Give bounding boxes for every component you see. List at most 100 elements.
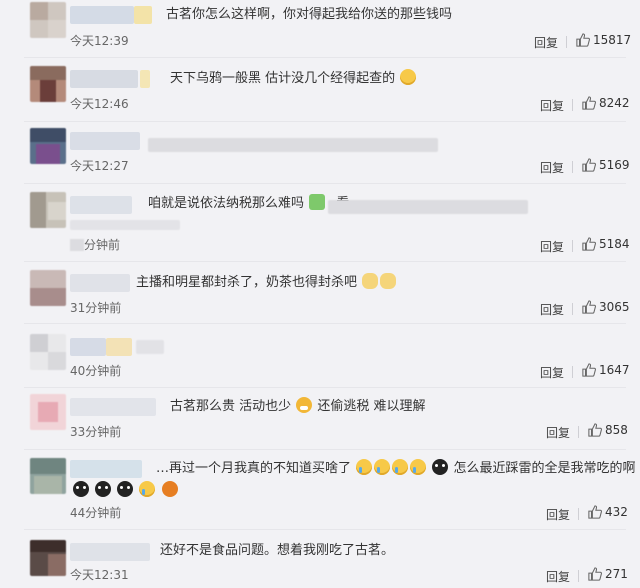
- emoji-icon: [400, 69, 417, 85]
- thumbs-up-icon: [576, 33, 590, 47]
- comment-item: 天下乌鸦一般黑 估计没几个经得起查的 今天12:46 回复 8242: [0, 58, 640, 122]
- divider: [566, 36, 567, 48]
- username-blurred[interactable]: [70, 338, 106, 356]
- comment-item: 古茗那么贵 活动也少 还偷逃税 难以理解 33分钟前 回复 858: [0, 388, 640, 450]
- like-button[interactable]: 15817: [576, 33, 631, 47]
- like-count: 271: [605, 567, 628, 581]
- like-button[interactable]: 3065: [582, 300, 630, 314]
- like-button[interactable]: 5184: [582, 237, 630, 251]
- username-blurred[interactable]: [70, 196, 132, 214]
- comment-item: 还好不是食品问题。想着我刚吃了古茗。 今天12:31 回复 271: [0, 530, 640, 588]
- username-blurred[interactable]: [70, 132, 140, 150]
- blurred-comment-text: [148, 138, 438, 152]
- emoji-icon: [309, 194, 326, 210]
- comment-feed: 古茗你怎么这样啊，你对得起我给你送的那些钱吗 今天12:39 回复 15817 …: [0, 0, 640, 588]
- reply-button[interactable]: 回复: [540, 238, 564, 255]
- comment-time: 40分钟前: [70, 364, 122, 378]
- thumbs-up-icon: [582, 237, 596, 251]
- avatar[interactable]: [30, 128, 66, 164]
- emoji-icon: [356, 459, 373, 475]
- badge-blurred: [106, 338, 132, 356]
- like-button[interactable]: 5169: [582, 158, 630, 172]
- thumbs-up-icon: [582, 363, 596, 377]
- thumbs-up-icon: [588, 505, 602, 519]
- reply-button[interactable]: 回复: [540, 301, 564, 318]
- like-button[interactable]: 271: [588, 567, 628, 581]
- comment-time: 33分钟前: [70, 425, 122, 439]
- comment-text: 古茗那么贵 活动也少 还偷逃税 难以理解: [170, 397, 426, 416]
- comment-text: 天下乌鸦一般黑 估计没几个经得起查的: [170, 69, 417, 88]
- comment-text-content: 天下乌鸦一般黑 估计没几个经得起查的: [170, 71, 396, 86]
- avatar[interactable]: [30, 192, 66, 228]
- comment-time: 今天12:46: [70, 97, 129, 111]
- username-blurred[interactable]: [70, 274, 130, 292]
- comment-text-part: 咱就是说依法纳税那么难吗: [148, 196, 305, 211]
- thumbs-up-icon: [588, 567, 602, 581]
- emoji-icon: [374, 459, 391, 475]
- comment-text-content: 主播和明星都封杀了，奶茶也得封杀吧: [136, 275, 358, 290]
- avatar[interactable]: [30, 2, 66, 38]
- username-blurred[interactable]: [70, 70, 138, 88]
- emoji-icon: [380, 273, 397, 289]
- reply-button[interactable]: 回复: [540, 97, 564, 114]
- reply-button[interactable]: 回复: [546, 424, 570, 441]
- like-count: 15817: [593, 33, 632, 47]
- comment-text: 古茗你怎么这样啊，你对得起我给你送的那些钱吗: [166, 7, 453, 22]
- emoji-icon: [117, 481, 134, 497]
- divider: [578, 508, 579, 520]
- comment-text-emoji-row: [72, 481, 179, 500]
- comment-text: 咱就是说依法纳税那么难吗 看: [148, 194, 349, 213]
- avatar[interactable]: [30, 458, 66, 494]
- divider: [572, 240, 573, 252]
- avatar[interactable]: [30, 66, 66, 102]
- reply-button[interactable]: 回复: [534, 34, 558, 51]
- blurred-comment-text: [136, 340, 164, 354]
- blurred-time-prefix: [70, 239, 84, 251]
- reply-button[interactable]: 回复: [540, 159, 564, 176]
- reply-button[interactable]: 回复: [546, 568, 570, 585]
- comment-item: 主播和明星都封杀了，奶茶也得封杀吧 31分钟前 回复 3065: [0, 262, 640, 324]
- like-button[interactable]: 432: [588, 505, 628, 519]
- divider: [572, 161, 573, 173]
- emoji-icon: [296, 397, 313, 413]
- divider: [572, 303, 573, 315]
- divider: [578, 570, 579, 582]
- emoji-icon: [139, 481, 156, 497]
- username-blurred[interactable]: [70, 6, 134, 24]
- emoji-icon: [95, 481, 112, 497]
- badge-blurred: [140, 70, 150, 88]
- divider: [572, 99, 573, 111]
- avatar[interactable]: [30, 394, 66, 430]
- comment-time-text: 分钟前: [84, 238, 121, 252]
- like-button[interactable]: 8242: [582, 96, 630, 110]
- avatar[interactable]: [30, 270, 66, 306]
- username-blurred[interactable]: [70, 398, 156, 416]
- emoji-icon: [161, 481, 178, 497]
- comment-item: 咱就是说依法纳税那么难吗 看 分钟前 回复 5184: [0, 184, 640, 262]
- like-button[interactable]: 1647: [582, 363, 630, 377]
- reply-button[interactable]: 回复: [540, 364, 564, 381]
- thumbs-up-icon: [582, 158, 596, 172]
- like-count: 8242: [599, 96, 630, 110]
- comment-text: …再过一个月我真的不知道买啥了 怎么最近踩雷的全是我常吃的啊: [156, 459, 640, 478]
- username-blurred[interactable]: [70, 460, 142, 478]
- comment-time: 44分钟前: [70, 506, 122, 520]
- comment-text-part: 还偷逃税 难以理解: [317, 399, 426, 414]
- avatar[interactable]: [30, 334, 66, 370]
- avatar[interactable]: [30, 540, 66, 576]
- blurred-comment-text: [70, 220, 180, 230]
- username-blurred[interactable]: [70, 543, 150, 561]
- comment-text: 还好不是食品问题。想着我刚吃了古茗。: [160, 543, 395, 558]
- like-count: 1647: [599, 363, 630, 377]
- comment-text-part: 怎么最近踩雷的全是我常吃的啊: [453, 461, 636, 476]
- divider: [572, 366, 573, 378]
- emoji-icon: [73, 481, 89, 497]
- comment-time: 今天12:39: [70, 34, 129, 48]
- reply-button[interactable]: 回复: [546, 506, 570, 523]
- like-button[interactable]: 858: [588, 423, 628, 437]
- like-count: 5169: [599, 158, 630, 172]
- blurred-comment-text: [328, 200, 528, 214]
- thumbs-up-icon: [582, 300, 596, 314]
- comment-item: …再过一个月我真的不知道买啥了 怎么最近踩雷的全是我常吃的啊 44分钟前 回复 …: [0, 450, 640, 530]
- thumbs-up-icon: [588, 423, 602, 437]
